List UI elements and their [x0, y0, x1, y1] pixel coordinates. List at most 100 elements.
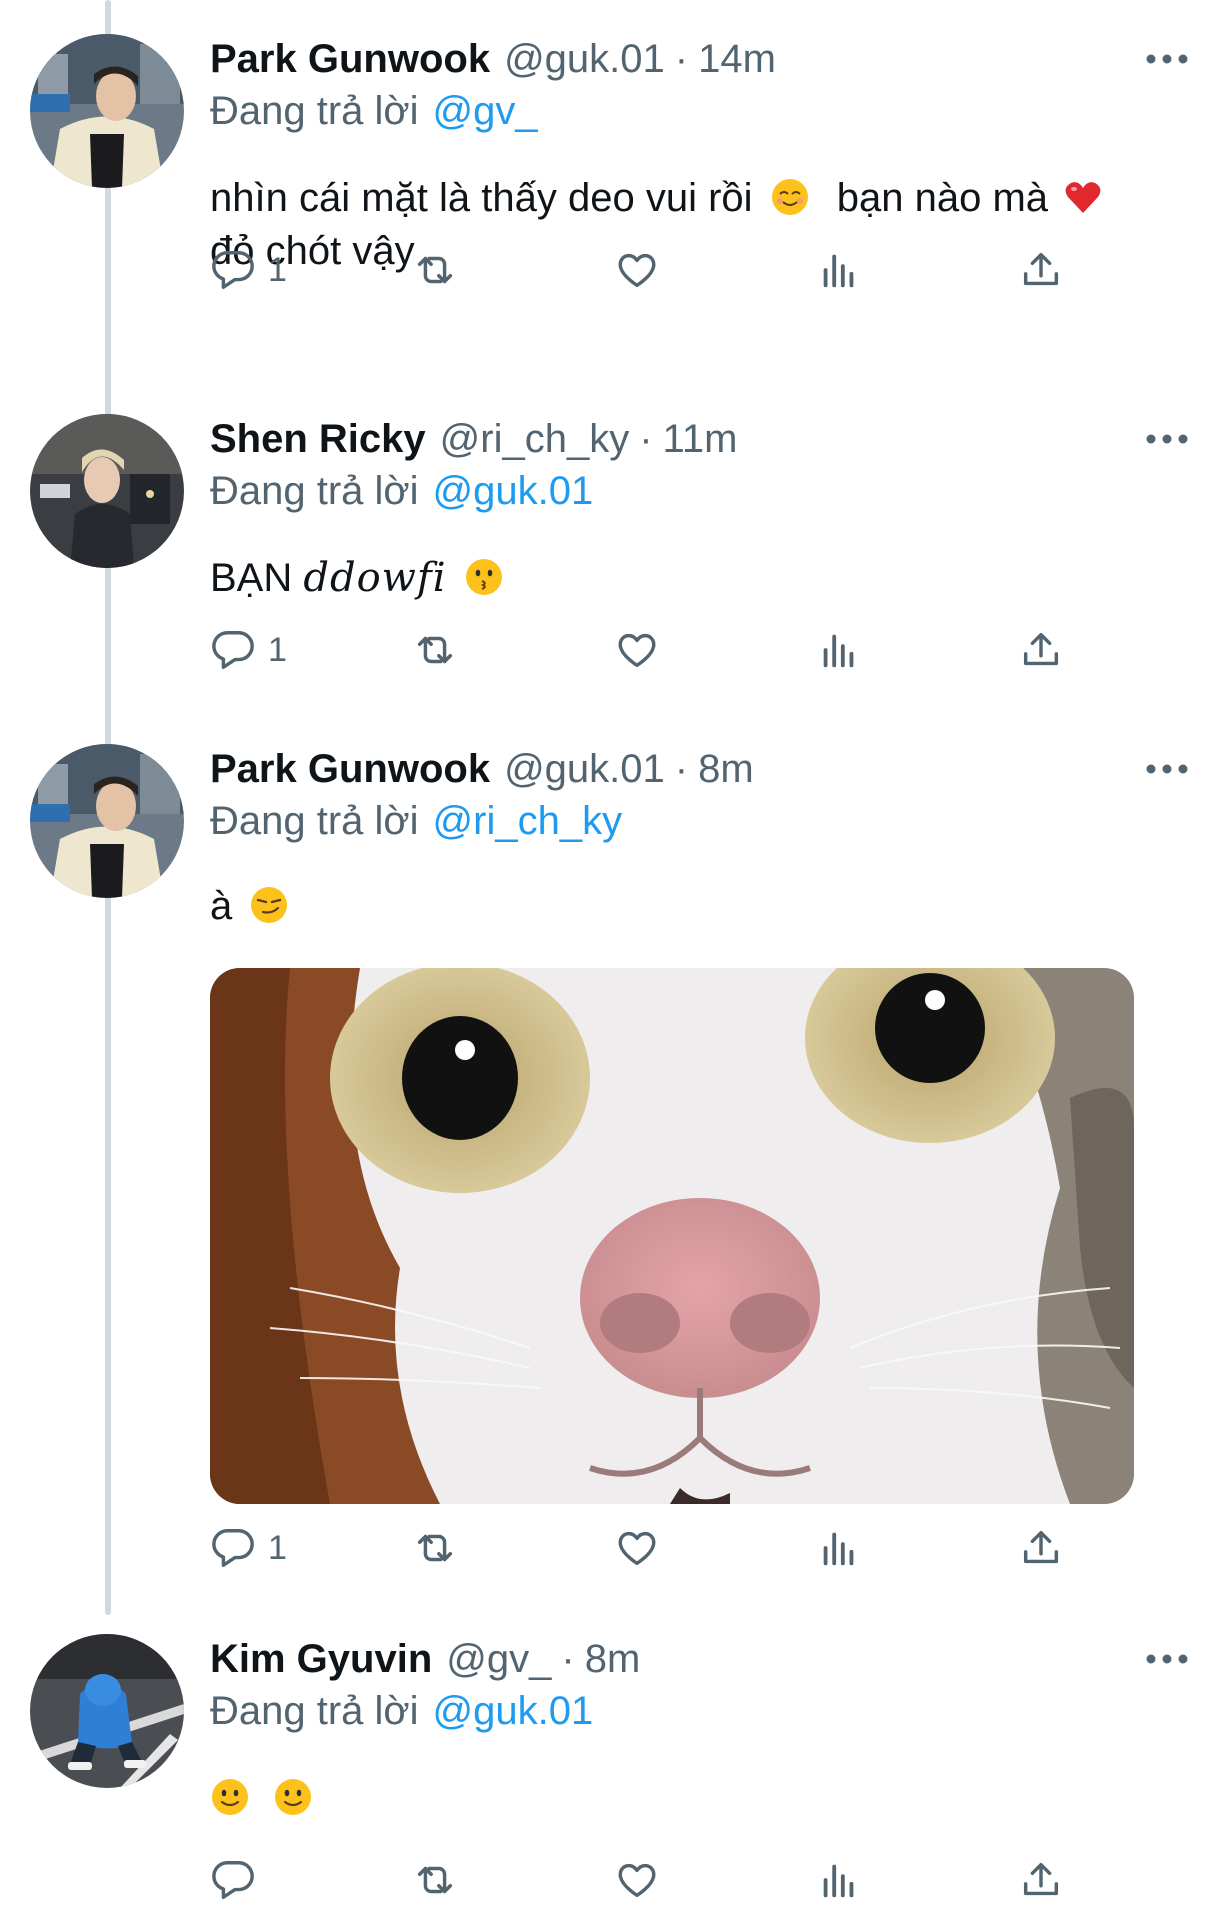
replying-to: Đang trả lời @gv_ — [210, 82, 538, 140]
tweet-text-part: à — [210, 884, 233, 928]
share-icon — [1023, 252, 1059, 286]
views-button[interactable] — [816, 622, 862, 678]
replying-to: Đang trả lời @ri_ch_ky — [210, 792, 622, 850]
smiling-face-emoji — [770, 177, 810, 217]
share-button[interactable] — [1018, 1520, 1064, 1576]
slightly-smiling-face-emoji — [210, 1777, 250, 1817]
like-button[interactable] — [614, 1852, 660, 1908]
tweet-text: BẠN ddowfi — [210, 552, 1170, 605]
replying-to-label: Đang trả lời — [210, 468, 419, 513]
more-icon — [1146, 54, 1188, 64]
like-button[interactable] — [614, 1520, 660, 1576]
reply-icon — [212, 631, 254, 669]
like-icon — [618, 253, 656, 288]
avatar[interactable] — [30, 414, 184, 568]
reply-count: 1 — [268, 1528, 287, 1567]
more-button[interactable] — [1142, 754, 1192, 784]
replying-to-mention[interactable]: @guk.01 — [433, 469, 594, 514]
author-handle[interactable]: @guk.01 — [504, 747, 665, 792]
share-button[interactable] — [1018, 1852, 1064, 1908]
more-button[interactable] — [1142, 1644, 1192, 1674]
views-icon — [823, 1532, 854, 1566]
retweet-button[interactable] — [412, 1852, 458, 1908]
kissing-face-emoji — [464, 557, 504, 597]
views-button[interactable] — [816, 242, 862, 298]
more-button[interactable] — [1142, 44, 1192, 74]
retweet-icon — [417, 256, 453, 284]
author-handle[interactable]: @gv_ — [446, 1637, 551, 1682]
tweet-text-part: BẠN — [210, 556, 293, 600]
author-name[interactable]: Kim Gyuvin — [210, 1637, 432, 1682]
author-handle[interactable]: @guk.01 — [504, 37, 665, 82]
reply-button[interactable]: 1 — [210, 622, 287, 678]
more-icon — [1146, 434, 1188, 444]
reply-button[interactable]: 1 — [210, 1520, 287, 1576]
replying-to-label: Đang trả lời — [210, 1688, 419, 1733]
timestamp[interactable]: 8m — [585, 1637, 641, 1682]
author-name[interactable]: Shen Ricky — [210, 417, 426, 462]
action-bar: 1 — [210, 622, 1110, 682]
separator-dot: · — [674, 746, 689, 791]
like-icon — [618, 1863, 656, 1898]
avatar[interactable] — [30, 1634, 184, 1788]
avatar-photo-blond-man-street — [30, 414, 184, 568]
action-bar — [210, 1852, 1110, 1912]
tweet-header: Park Gunwook @guk.01 · 14m — [210, 30, 776, 88]
retweet-icon — [417, 1866, 453, 1894]
retweet-button[interactable] — [412, 622, 458, 678]
author-name[interactable]: Park Gunwook — [210, 747, 490, 792]
action-bar: 1 — [210, 1520, 1110, 1580]
tweet-header: Park Gunwook @guk.01 · 8m — [210, 740, 754, 798]
separator-dot: · — [639, 416, 653, 461]
tweet-media-image[interactable] — [210, 968, 1134, 1504]
red-heart-emoji — [1063, 177, 1103, 217]
avatar-photo-man-jacket — [30, 34, 184, 188]
reply-icon — [212, 251, 254, 289]
retweet-button[interactable] — [412, 1520, 458, 1576]
smirking-face-emoji — [249, 885, 289, 925]
replying-to-mention[interactable]: @gv_ — [433, 89, 538, 134]
reply-count: 1 — [268, 630, 287, 669]
timestamp[interactable]: 14m — [698, 37, 776, 82]
author-handle[interactable]: @ri_ch_ky — [440, 417, 630, 462]
share-button[interactable] — [1018, 622, 1064, 678]
avatar-photo-man-jacket — [30, 744, 184, 898]
like-button[interactable] — [614, 622, 660, 678]
action-bar: 1 — [210, 242, 1110, 302]
replying-to-mention[interactable]: @ri_ch_ky — [433, 799, 623, 844]
like-icon — [618, 1531, 656, 1566]
tweet-header: Shen Ricky @ri_ch_ky · 11m — [210, 410, 737, 468]
reply-button[interactable] — [210, 1852, 268, 1908]
tweet-text: à — [210, 880, 1170, 933]
more-button[interactable] — [1142, 424, 1192, 454]
share-button[interactable] — [1018, 242, 1064, 298]
replying-to-mention[interactable]: @guk.01 — [433, 1689, 594, 1734]
separator-dot: · — [674, 36, 689, 81]
views-button[interactable] — [816, 1520, 862, 1576]
tweet-text-part: bạn nào mà — [836, 176, 1049, 220]
share-icon — [1023, 1530, 1059, 1564]
views-icon — [823, 634, 854, 668]
like-icon — [618, 633, 656, 668]
more-icon — [1146, 764, 1188, 774]
replying-to: Đang trả lời @guk.01 — [210, 1682, 593, 1740]
tweet-text-part: nhìn cái mặt là thấy deo vui rồi — [210, 176, 753, 220]
share-icon — [1023, 632, 1059, 666]
reply-icon — [212, 1861, 254, 1899]
author-name[interactable]: Park Gunwook — [210, 37, 490, 82]
avatar[interactable] — [30, 744, 184, 898]
avatar[interactable] — [30, 34, 184, 188]
retweet-button[interactable] — [412, 242, 458, 298]
cat-closeup-photo — [210, 968, 1134, 1504]
replying-to-label: Đang trả lời — [210, 798, 419, 843]
more-icon — [1146, 1654, 1188, 1664]
views-button[interactable] — [816, 1852, 862, 1908]
reply-button[interactable]: 1 — [210, 242, 287, 298]
tweet-text — [210, 1772, 1170, 1825]
like-button[interactable] — [614, 242, 660, 298]
timestamp[interactable]: 8m — [698, 747, 754, 792]
retweet-icon — [417, 1534, 453, 1562]
replying-to-label: Đang trả lời — [210, 88, 419, 133]
retweet-icon — [417, 636, 453, 664]
timestamp[interactable]: 11m — [663, 417, 738, 462]
